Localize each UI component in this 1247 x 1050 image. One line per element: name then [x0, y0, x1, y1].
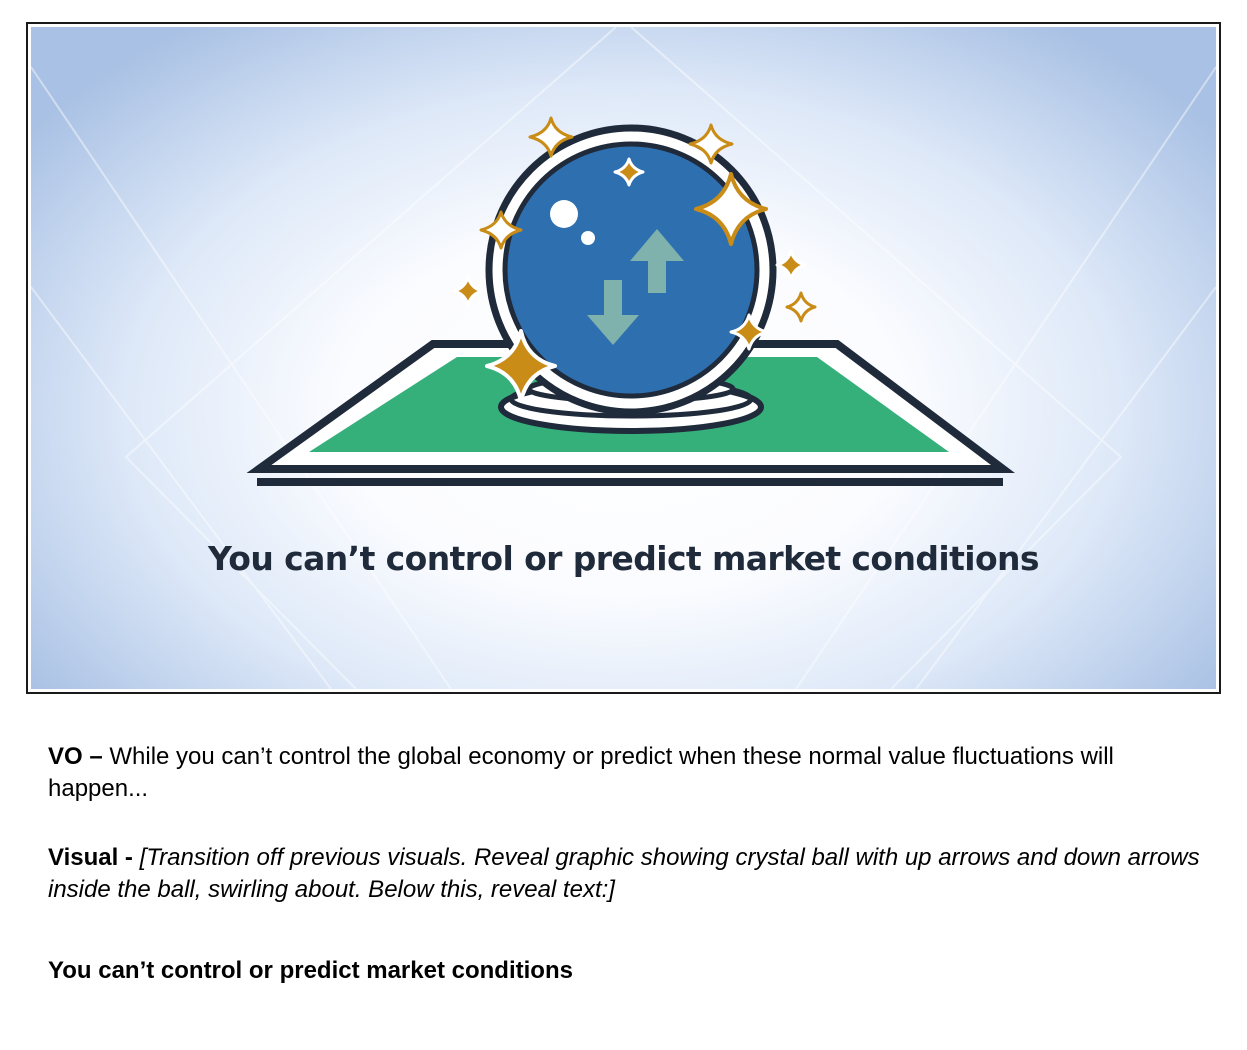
visual-direction: [Transition off previous visuals. Reveal…: [48, 844, 1200, 903]
vo-paragraph: VO – While you can’t control the global …: [48, 741, 1208, 805]
slide-caption: You can’t control or predict market cond…: [208, 539, 1040, 578]
crystal-ball-illustration: [246, 116, 1015, 486]
slide: You can’t control or predict market cond…: [31, 27, 1216, 689]
vo-label: VO –: [48, 743, 103, 770]
closing-text: You can’t control or predict market cond…: [48, 957, 573, 984]
slide-frame: You can’t control or predict market cond…: [26, 22, 1221, 694]
vo-text: While you can’t control the global econo…: [48, 743, 1114, 802]
visual-label: Visual -: [48, 844, 133, 871]
visual-paragraph: Visual - [Transition off previous visual…: [48, 842, 1208, 906]
